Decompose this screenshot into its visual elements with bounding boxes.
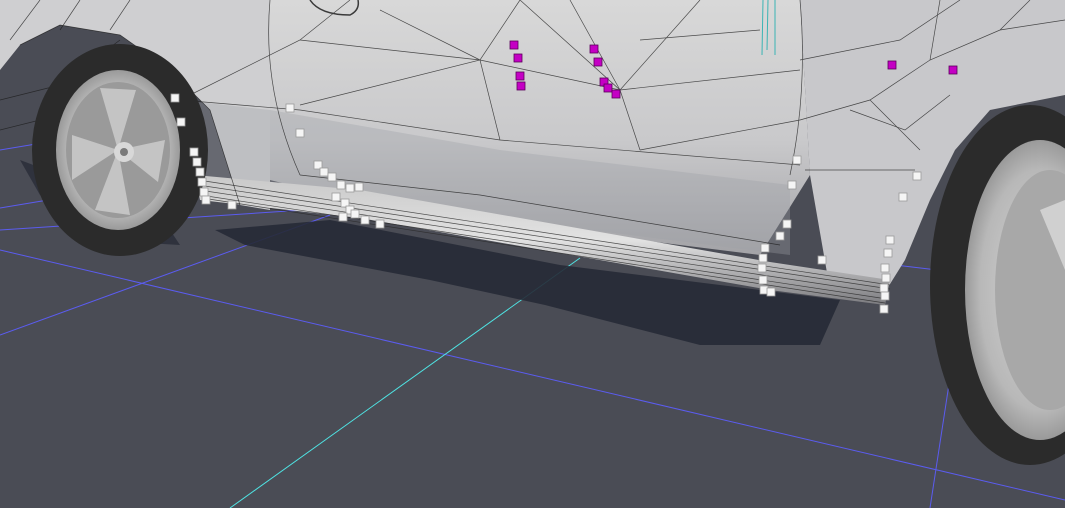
front-wheel[interactable] — [32, 44, 208, 256]
magenta-vertex[interactable] — [948, 65, 958, 75]
selected-vertex[interactable] — [345, 183, 355, 193]
selected-vertex[interactable] — [176, 117, 186, 127]
selected-vertex[interactable] — [338, 212, 348, 222]
selected-vertex[interactable] — [879, 304, 889, 314]
selected-vertex[interactable] — [331, 192, 341, 202]
selected-vertex[interactable] — [336, 180, 346, 190]
selected-vertex[interactable] — [880, 263, 890, 273]
magenta-vertex[interactable] — [611, 89, 621, 99]
selected-vertex[interactable] — [227, 200, 237, 210]
magenta-vertex[interactable] — [593, 57, 603, 67]
magenta-vertex[interactable] — [589, 44, 599, 54]
selected-vertex[interactable] — [782, 219, 792, 229]
selected-vertex[interactable] — [350, 209, 360, 219]
3d-viewport[interactable] — [0, 0, 1065, 508]
selected-vertex[interactable] — [195, 167, 205, 177]
magenta-vertex[interactable] — [516, 81, 526, 91]
selected-vertex[interactable] — [189, 147, 199, 157]
selected-vertex[interactable] — [817, 255, 827, 265]
selected-vertex[interactable] — [170, 93, 180, 103]
selected-vertex[interactable] — [360, 215, 370, 225]
selected-vertex[interactable] — [197, 177, 207, 187]
selected-vertex[interactable] — [912, 171, 922, 181]
selected-vertex[interactable] — [766, 287, 776, 297]
selected-vertex[interactable] — [375, 219, 385, 229]
selected-vertex[interactable] — [285, 103, 295, 113]
magenta-vertex[interactable] — [603, 83, 613, 93]
selected-vertex[interactable] — [319, 167, 329, 177]
magenta-vertex[interactable] — [509, 40, 519, 50]
selected-vertex[interactable] — [327, 172, 337, 182]
selected-vertex[interactable] — [760, 243, 770, 253]
selected-vertex[interactable] — [758, 253, 768, 263]
selected-vertex[interactable] — [758, 275, 768, 285]
selected-vertex[interactable] — [295, 128, 305, 138]
selected-vertex[interactable] — [881, 273, 891, 283]
scene-canvas[interactable] — [0, 0, 1065, 508]
selected-vertex[interactable] — [354, 182, 364, 192]
selected-vertex[interactable] — [792, 155, 802, 165]
selected-vertex[interactable] — [199, 187, 209, 197]
selected-vertex[interactable] — [775, 231, 785, 241]
selected-vertex[interactable] — [885, 235, 895, 245]
selected-vertex[interactable] — [787, 180, 797, 190]
magenta-vertex[interactable] — [513, 53, 523, 63]
selected-vertex[interactable] — [883, 248, 893, 258]
selected-vertex[interactable] — [898, 192, 908, 202]
magenta-vertex[interactable] — [887, 60, 897, 70]
magenta-vertex[interactable] — [515, 71, 525, 81]
selected-vertex[interactable] — [201, 195, 211, 205]
selected-vertex[interactable] — [880, 291, 890, 301]
selected-vertex[interactable] — [879, 283, 889, 293]
selected-vertex[interactable] — [192, 157, 202, 167]
selected-vertex[interactable] — [757, 263, 767, 273]
